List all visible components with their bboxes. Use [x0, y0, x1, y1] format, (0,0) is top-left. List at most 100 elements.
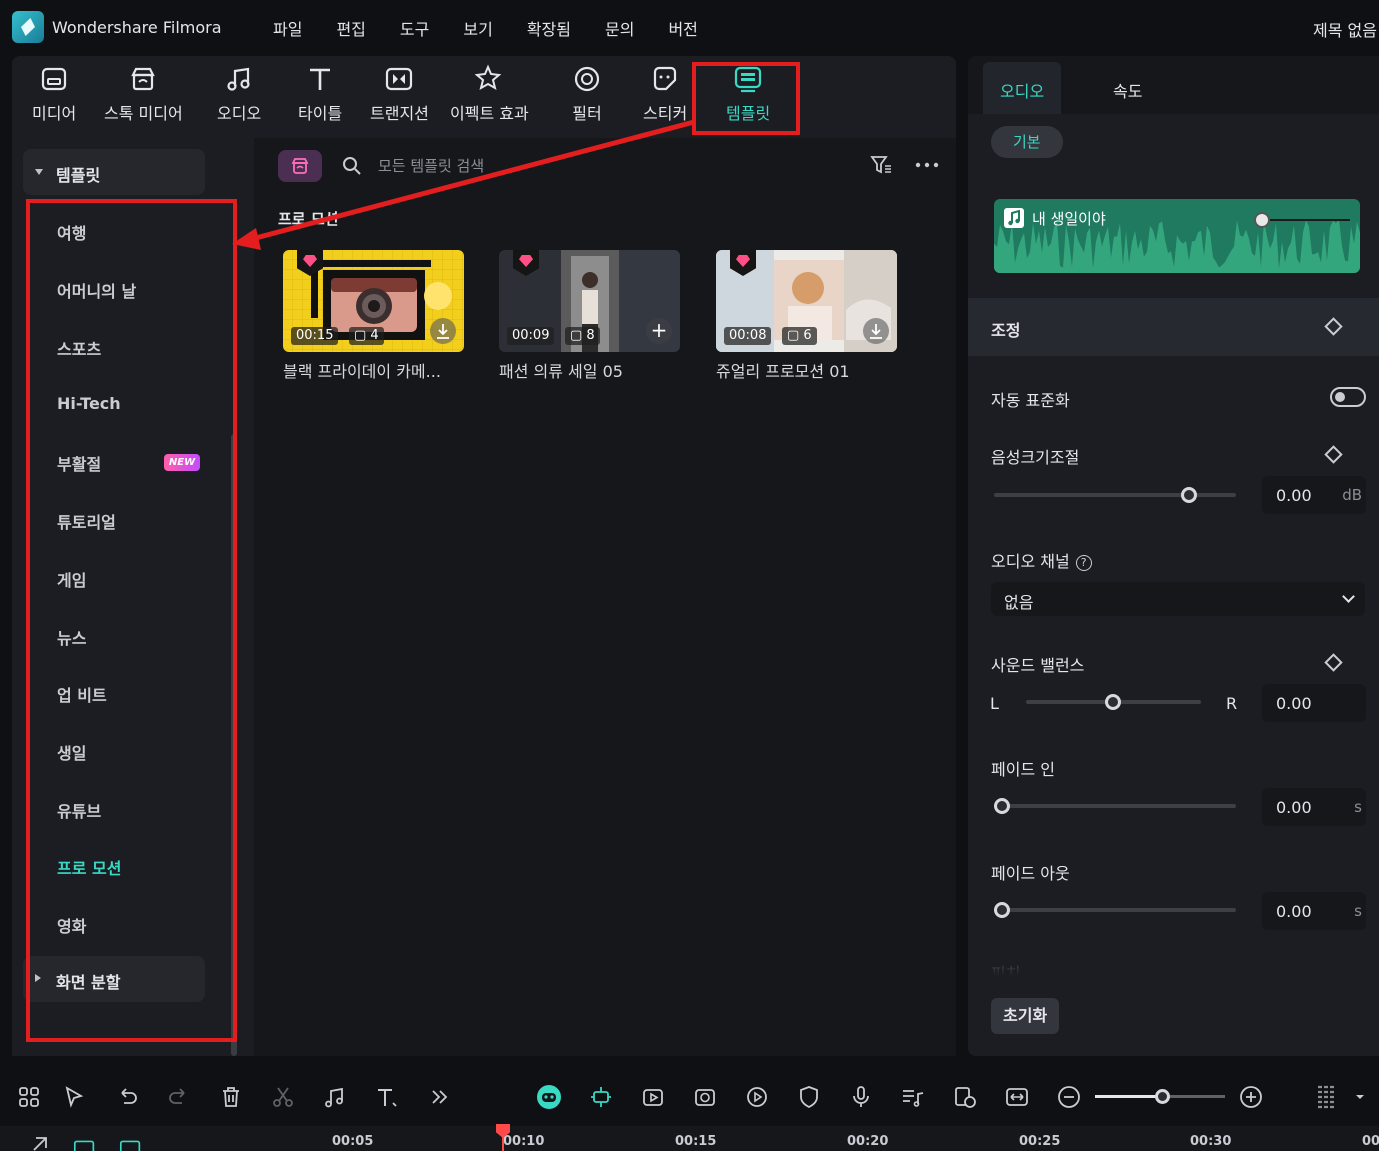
template-thumbnail[interactable]: 00:09 ▢ 8 +	[499, 250, 680, 352]
tool-stickers[interactable]: 스티커	[643, 64, 687, 124]
reset-button[interactable]: 초기화	[991, 998, 1060, 1034]
ai-play-icon[interactable]	[744, 1084, 770, 1110]
shield-icon[interactable]	[796, 1084, 822, 1110]
template-duration: 00:15	[291, 327, 339, 345]
filter-sort-icon[interactable]	[870, 154, 892, 176]
dropdown-caret-icon[interactable]	[1351, 1084, 1377, 1110]
render-clip-icon[interactable]	[952, 1084, 978, 1110]
template-card[interactable]: 00:08 ▢ 6 쥬얼리 프로모션 01	[716, 250, 897, 382]
template-store-button[interactable]	[278, 150, 322, 182]
chevron-down-icon	[1342, 590, 1355, 603]
layout-grid-icon[interactable]	[16, 1084, 42, 1110]
zoom-in-icon[interactable]	[1238, 1084, 1264, 1110]
audio-list-icon[interactable]	[900, 1084, 926, 1110]
menu-view[interactable]: 보기	[446, 16, 509, 40]
track-density-icon[interactable]	[1313, 1084, 1339, 1110]
template-card[interactable]: 00:09 ▢ 8 + 패션 의류 세일 05	[499, 250, 680, 382]
filter-icon	[572, 64, 602, 94]
volume-slider-track[interactable]	[994, 493, 1236, 497]
more-tools-chevron-icon[interactable]	[426, 1084, 452, 1110]
fade-in-value-field[interactable]: 0.00 s	[1262, 788, 1366, 826]
fade-out-value-field[interactable]: 0.00 s	[1262, 892, 1366, 930]
fade-out-unit: s	[1354, 902, 1362, 920]
menu-tools[interactable]: 도구	[383, 16, 446, 40]
magnet-icon[interactable]	[118, 1134, 146, 1151]
store-icon	[291, 158, 309, 174]
add-template-button[interactable]: +	[646, 318, 672, 344]
audio-waveform[interactable]: 내 생일이야	[994, 199, 1360, 273]
fade-out-slider-handle[interactable]	[994, 902, 1010, 918]
adjust-label: 조정	[991, 321, 1021, 340]
search-input[interactable]	[378, 152, 838, 180]
audio-channel-dropdown[interactable]: 없음	[991, 582, 1365, 616]
waveform-volume-handle[interactable]	[1254, 212, 1270, 228]
add-track-icon[interactable]	[72, 1134, 100, 1151]
balance-keyframe-icon[interactable]	[1324, 653, 1343, 672]
download-icon[interactable]	[430, 318, 456, 344]
help-icon[interactable]: ?	[1075, 555, 1092, 571]
template-clip-count: ▢ 4	[349, 327, 384, 345]
tool-stock-media[interactable]: 스톡 미디어	[104, 64, 183, 124]
redo-icon[interactable]	[166, 1084, 192, 1110]
zoom-slider-handle[interactable]	[1155, 1089, 1170, 1104]
template-thumbnail[interactable]: 00:15 ▢ 4	[283, 250, 464, 352]
main-menu: 파일 편집 도구 보기 확장됨 문의 버전	[256, 16, 715, 40]
tool-filters-label: 필터	[572, 104, 602, 123]
zoom-out-icon[interactable]	[1056, 1084, 1082, 1110]
template-thumbnail[interactable]: 00:08 ▢ 6	[716, 250, 897, 352]
ai-video-icon[interactable]	[640, 1084, 666, 1110]
balance-value-field[interactable]: 0.00	[1262, 684, 1366, 722]
balance-left-label: L	[990, 694, 999, 713]
template-card[interactable]: 00:15 ▢ 4 블랙 프라이데이 카메...	[283, 250, 464, 382]
ai-magic-icon[interactable]	[588, 1084, 614, 1110]
menu-edit[interactable]: 편집	[319, 16, 382, 40]
project-title[interactable]: 제목 없음	[1313, 17, 1377, 41]
tool-transitions[interactable]: 트랜지션	[370, 64, 429, 124]
tab-audio[interactable]: 오디오	[983, 62, 1062, 114]
delete-icon[interactable]	[218, 1084, 244, 1110]
tool-effects[interactable]: 이펙트 효과	[450, 64, 529, 124]
menu-extensions[interactable]: 확장됨	[510, 16, 588, 40]
keyframe-diamond-icon[interactable]	[1324, 317, 1343, 336]
scissors-icon[interactable]	[270, 1084, 296, 1110]
volume-slider-handle[interactable]	[1181, 487, 1197, 503]
tool-filters[interactable]: 필터	[572, 64, 602, 124]
balance-slider-handle[interactable]	[1105, 694, 1121, 710]
search-icon	[343, 157, 361, 175]
audio-channel-label-text: 오디오 채널	[991, 552, 1070, 571]
ai-assistant-icon[interactable]	[536, 1084, 562, 1110]
more-options-icon[interactable]	[914, 154, 940, 176]
audio-edit-icon[interactable]	[322, 1084, 348, 1110]
adjust-section-header[interactable]: 조정	[968, 298, 1379, 356]
microphone-icon[interactable]	[848, 1084, 874, 1110]
undo-icon[interactable]	[114, 1084, 140, 1110]
section-title: 프로 모션	[278, 210, 339, 228]
link-icon[interactable]	[28, 1132, 50, 1151]
volume-value-field[interactable]: 0.00 dB	[1262, 476, 1366, 514]
download-icon[interactable]	[863, 318, 889, 344]
property-tabs: 오디오 속도	[968, 56, 1379, 114]
ai-image-icon[interactable]	[692, 1084, 718, 1110]
fade-in-slider-track[interactable]	[994, 804, 1236, 808]
fade-in-unit: s	[1354, 798, 1362, 816]
text-tool-icon[interactable]	[374, 1084, 400, 1110]
clip-count-value: 4	[370, 328, 379, 343]
basic-subtab[interactable]: 기본	[991, 126, 1063, 158]
select-pointer-icon[interactable]	[62, 1084, 88, 1110]
category-header-templates[interactable]: 템플릿	[23, 149, 205, 195]
auto-normalize-toggle[interactable]	[1330, 387, 1366, 407]
fade-out-value: 0.00	[1276, 902, 1312, 921]
tool-audio[interactable]: 오디오	[217, 64, 261, 124]
fade-out-slider-track[interactable]	[994, 908, 1236, 912]
tool-titles[interactable]: 타이틀	[298, 64, 342, 124]
fade-in-slider-handle[interactable]	[994, 798, 1010, 814]
menu-file[interactable]: 파일	[256, 16, 319, 40]
volume-keyframe-icon[interactable]	[1324, 445, 1343, 464]
menu-help[interactable]: 문의	[588, 16, 651, 40]
audio-icon	[224, 64, 254, 94]
ruler-tick-label: 00	[1362, 1134, 1379, 1149]
tool-media[interactable]: 미디어	[32, 64, 76, 124]
menu-version[interactable]: 버전	[651, 16, 714, 40]
tab-speed[interactable]: 속도	[1096, 62, 1159, 114]
fit-timeline-icon[interactable]	[1004, 1084, 1030, 1110]
